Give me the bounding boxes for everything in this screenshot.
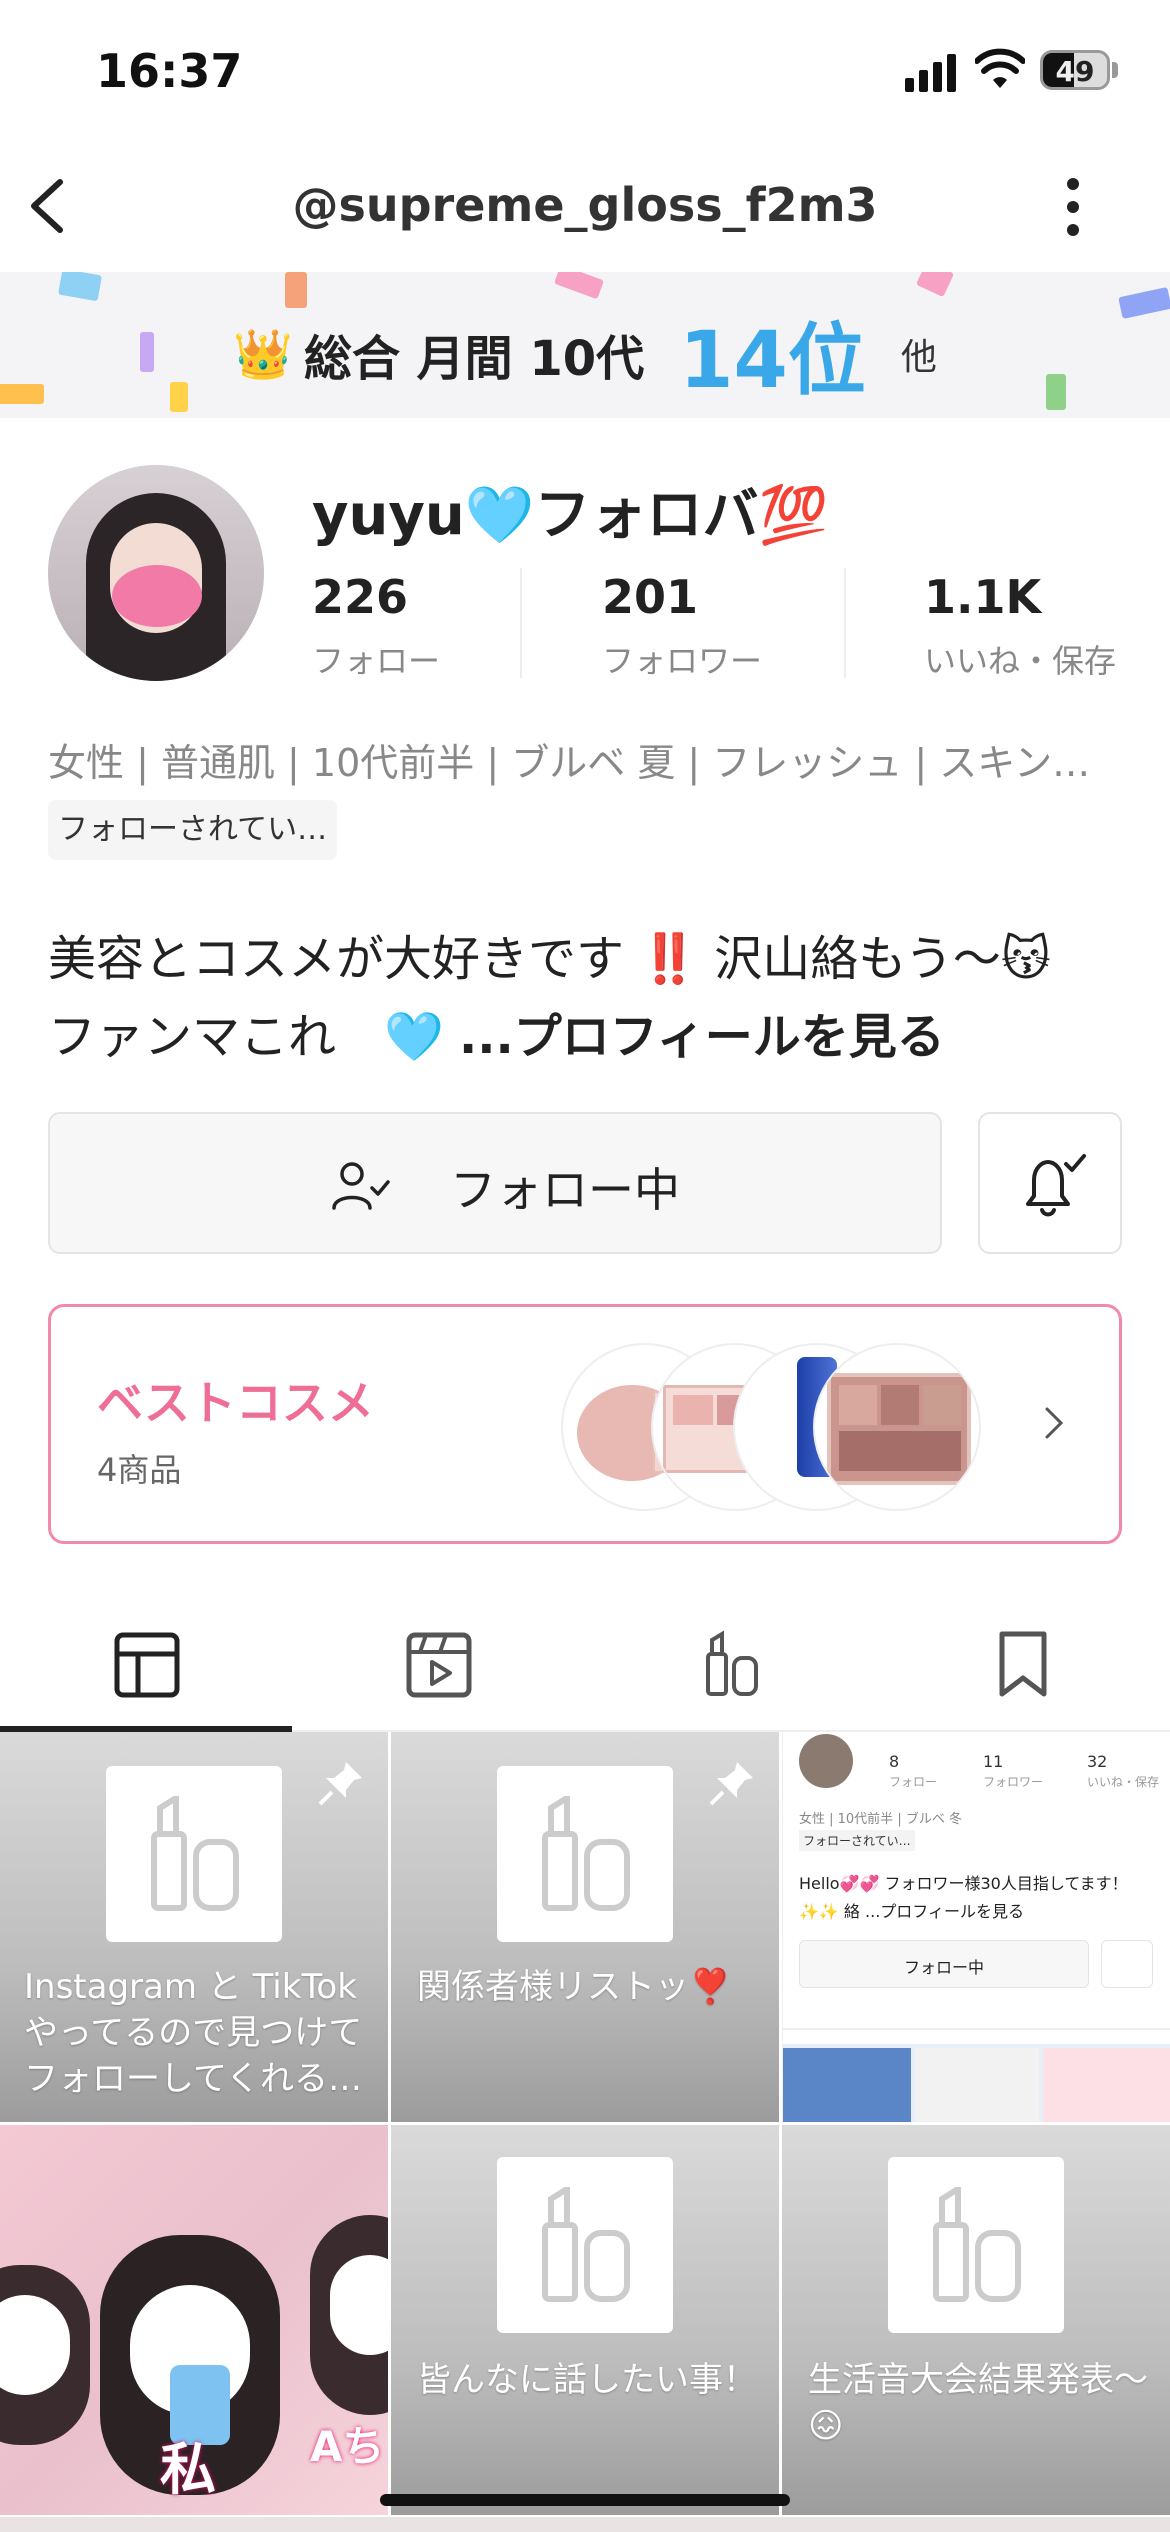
mini-thumbnails (783, 2044, 1170, 2122)
mini-tags: 女性 | 10代前半 | ブルベ 冬 (799, 1812, 962, 1827)
more-options-icon[interactable] (1058, 174, 1088, 240)
lipstick-icon (542, 1796, 630, 1911)
ranking-suffix: 他 (900, 337, 937, 378)
chevron-right-icon (1045, 1407, 1064, 1439)
grid-icon (114, 1632, 180, 1698)
battery-icon: 49 (1040, 50, 1110, 90)
tab-videos[interactable] (292, 1620, 584, 1720)
placeholder-image (497, 1766, 673, 1942)
post-tile-photo[interactable]: 私 Aち (0, 2125, 388, 2515)
ranking-banner[interactable]: 👑 総合 月間 10代 14位 他 (0, 272, 1170, 418)
post-caption: 関係者様リストッ❣️ (417, 1967, 732, 2007)
cellular-signal-icon (905, 52, 957, 92)
stat-value: 201 (602, 570, 699, 624)
lipstick-icon (542, 2187, 630, 2302)
stat-divider (520, 568, 522, 678)
mini-stat: 32 いいね・保存 (1087, 1752, 1160, 1789)
stat-label: フォロワー (602, 642, 763, 680)
post-caption: 生活音大会結果発表〜😖 (808, 2360, 1148, 2446)
stat-divider (844, 568, 846, 678)
placeholder-image (888, 2157, 1064, 2333)
followed-badge: フォローされてい… (48, 800, 338, 860)
stat-following[interactable]: 226 フォロー (312, 570, 440, 682)
home-indicator (380, 2494, 790, 2506)
ranking-label: 総合 月間 10代 (303, 331, 645, 387)
stat-label: フォロー (312, 642, 441, 680)
mini-stat: 11 フォロワー (983, 1752, 1044, 1789)
placeholder-image (106, 1766, 282, 1942)
mini-bell-button (1101, 1940, 1153, 1988)
placeholder-image (497, 2157, 673, 2333)
post-tile[interactable]: 生活音大会結果発表〜😖 (782, 2125, 1170, 2515)
bio-line-2: ファンマこれ 🩵 (48, 1009, 460, 1065)
profile-name: yuyu🩵フォロバ💯 (312, 483, 829, 548)
stat-value: 1.1K (924, 570, 1042, 624)
stat-followers[interactable]: 201 フォロワー (602, 570, 762, 682)
see-profile-link[interactable]: ...プロフィールを見る (459, 1009, 945, 1065)
post-tile[interactable]: 皆んなに話したい事！ (391, 2125, 779, 2515)
stat-value: 226 (312, 570, 409, 624)
mini-badge: フォローされてい… (799, 1830, 915, 1851)
post-tile[interactable]: 関係者様リストッ❣️ (391, 1732, 779, 2122)
crown-icon: 👑 (233, 326, 293, 383)
mini-avatar (799, 1734, 853, 1788)
stat-likes[interactable]: 1.1K いいね・保存 (924, 570, 1116, 682)
best-cosme-card[interactable]: ベストコスメ 4商品 (48, 1304, 1122, 1544)
mini-stat: 8 フォロー (889, 1752, 938, 1789)
post-caption: Instagram と TikTok やってるので見つけて フォローしてくれる… (24, 1967, 363, 2099)
profile-bio[interactable]: 美容とコスメが大好きです ‼️ 沢山絡もう〜😽 ファンマこれ 🩵 ...プロフィ… (48, 920, 1138, 1076)
post-tile-screenshot[interactable]: 8 フォロー 11 フォロワー 32 いいね・保存 女性 | 10代前半 | ブルベ … (782, 1732, 1170, 2122)
bookmark-icon (999, 1631, 1047, 1697)
post-caption: 皆んなに話したい事！ (417, 2360, 757, 2400)
photo-text: 私 (160, 2438, 216, 2503)
tab-posts[interactable] (0, 1620, 292, 1720)
best-cosme-count: 4商品 (97, 1451, 182, 1489)
mini-follow-button: フォロー中 (799, 1940, 1089, 1988)
status-time: 16:37 (96, 44, 243, 98)
pin-icon (709, 1762, 753, 1806)
profile-tags[interactable]: 女性 | 普通肌 | 10代前半 | ブルベ 夏 | フレッシュ | スキン… (48, 732, 1128, 787)
bio-line-1: 美容とコスメが大好きです ‼️ 沢山絡もう〜😽 (48, 931, 1051, 987)
following-label: フォロー中 (450, 1163, 680, 1217)
stat-label: いいね・保存 (924, 642, 1117, 680)
next-row-peek (0, 2517, 1170, 2532)
pin-icon (318, 1762, 362, 1806)
person-check-icon (332, 1162, 390, 1210)
battery-tip (1112, 62, 1118, 78)
bell-check-icon (1026, 1154, 1086, 1217)
avatar[interactable] (48, 465, 264, 681)
battery-level: 49 (1055, 55, 1095, 88)
following-button[interactable]: フォロー中 (48, 1112, 942, 1254)
tab-saved[interactable] (876, 1620, 1168, 1720)
video-icon (406, 1632, 472, 1698)
photo-text: Aち (310, 2422, 385, 2471)
status-bar: 16:37 49 (0, 0, 1170, 150)
mini-bio: Hello💞💞 フォロワー様30人目指してます！✨✨ 絡 ...プロフィールを見… (799, 1874, 1128, 1921)
lipstick-icon (933, 2187, 1021, 2302)
lipstick-icon (706, 1630, 758, 1696)
tab-cosme[interactable] (584, 1620, 876, 1720)
notification-button[interactable] (978, 1112, 1122, 1254)
post-tile[interactable]: Instagram と TikTok やってるので見つけて フォローしてくれる… (0, 1732, 388, 2122)
lipstick-icon (151, 1796, 239, 1911)
ranking-position: 14位 (679, 316, 866, 406)
wifi-icon (975, 48, 1025, 88)
page-title: @supreme_gloss_f2m3 (292, 178, 878, 232)
product-thumbnail (813, 1343, 981, 1511)
best-cosme-title: ベストコスメ (97, 1376, 374, 1430)
